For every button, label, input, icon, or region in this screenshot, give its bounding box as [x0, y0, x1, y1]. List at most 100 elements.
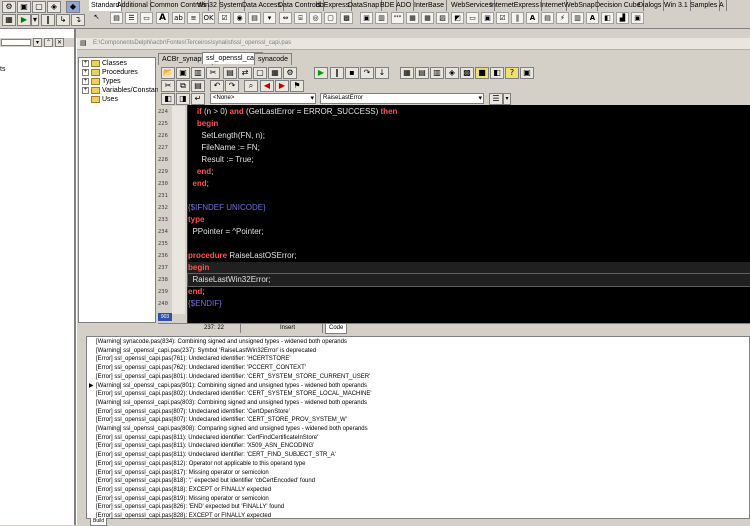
dock-close-icon[interactable]: ✕ — [55, 38, 64, 47]
valuelist-icon[interactable]: ▥ — [571, 12, 584, 24]
message-item[interactable]: [Error] ssl_openssl_capi.pas(818): EXCEP… — [96, 486, 271, 495]
combobox-icon[interactable]: ▾ — [263, 12, 276, 24]
splitter-icon[interactable]: ‖ — [511, 12, 524, 24]
controlbar-icon[interactable]: ▤ — [541, 12, 554, 24]
project-icon[interactable]: ▦ — [268, 67, 282, 79]
dock-dropdown-icon[interactable]: ▾ — [33, 38, 42, 47]
list-view-icon[interactable]: ☰ — [489, 93, 503, 105]
message-item[interactable]: [Error] ssl_openssl_capi.pas(818): ';' e… — [96, 477, 315, 486]
radiobutton-icon[interactable]: ◉ — [233, 12, 246, 24]
message-item[interactable]: [Error] ssl_openssl_capi.pas(807): Undec… — [96, 408, 290, 417]
radiogroup-icon[interactable]: ◎ — [309, 12, 322, 24]
maskedit-icon[interactable]: *** — [391, 12, 404, 24]
code-line[interactable]: {$ENDIF} — [188, 298, 750, 310]
list-dropdown-icon[interactable]: ▾ — [503, 93, 511, 105]
tree-item[interactable]: + Classes — [82, 59, 127, 68]
code-tab[interactable]: Code — [325, 324, 348, 334]
procedure-combo-right[interactable]: RaiseLastError ▾ — [320, 93, 484, 104]
mainmenu-icon[interactable]: ☰ — [125, 12, 138, 24]
frame-icon[interactable]: ▤ — [110, 12, 123, 24]
edit-icon[interactable]: ab — [172, 12, 185, 24]
code-line[interactable]: begin — [188, 118, 750, 130]
method-icon[interactable]: ◨ — [176, 93, 190, 105]
checkbox-icon[interactable]: ☑ — [218, 12, 231, 24]
expand-icon[interactable]: + — [82, 59, 89, 67]
palette-tab[interactable]: DataSnap — [346, 0, 383, 11]
message-item[interactable]: [Error] ssl_openssl_capi.pas(826): 'END'… — [96, 503, 284, 512]
stringgrid-icon[interactable]: ▦ — [406, 12, 419, 24]
message-item[interactable]: [Warning] ssl_openssl_capi.pas(237): Sym… — [96, 347, 316, 356]
statictext-icon[interactable]: A — [526, 12, 539, 24]
actionmanager-icon[interactable]: ▣ — [631, 12, 644, 24]
message-item[interactable]: [Error] ssl_openssl_capi.pas(761): Undec… — [96, 355, 290, 364]
button-icon[interactable]: OK — [202, 12, 215, 24]
dock-pin-icon[interactable]: ⌃ — [44, 38, 53, 47]
expand-icon[interactable]: + — [82, 68, 89, 76]
code-line[interactable]: FileName := FN; — [188, 142, 750, 154]
expand-icon[interactable] — [82, 96, 89, 103]
message-item[interactable]: [Error] ssl_openssl_capi.pas(762): Undec… — [96, 364, 306, 373]
message-item[interactable]: [Warning] ssl_openssl_capi.pas(803): Com… — [96, 399, 367, 408]
copy-icon[interactable]: ⧉ — [176, 80, 190, 92]
pause-small-icon[interactable]: ‖ — [330, 67, 344, 79]
trace-icon[interactable]: ↴ — [71, 14, 85, 26]
tree-item[interactable]: + Procedures — [82, 68, 138, 77]
bitbtn-icon[interactable]: ▥ — [375, 12, 388, 24]
step-over-icon[interactable]: ↷ — [360, 67, 374, 79]
find-icon[interactable]: ⌕ — [244, 80, 258, 92]
grid-icon[interactable]: ▦ — [2, 14, 16, 26]
image-icon[interactable]: ▨ — [436, 12, 449, 24]
message-item[interactable]: [Error] ssl_openssl_capi.pas(801): Undec… — [96, 373, 370, 382]
labeledit-icon[interactable]: A — [586, 12, 599, 24]
tool-e-icon[interactable]: ■ — [475, 67, 489, 79]
listbox-icon[interactable]: ▤ — [248, 12, 261, 24]
label-icon[interactable]: A — [156, 12, 169, 24]
bookmark-icon[interactable]: ⚑ — [290, 80, 304, 92]
toggle-form-icon[interactable]: ⇄ — [238, 67, 252, 79]
step-icon[interactable]: ↳ — [56, 14, 70, 26]
lock-icon[interactable]: ▣ — [17, 1, 31, 13]
layer-icon[interactable]: ◆ — [66, 1, 80, 13]
palette-tab[interactable]: Dialogs — [636, 0, 665, 11]
code-line[interactable]: {$IFNDEF UNICODE} — [188, 202, 750, 214]
palette-tab[interactable]: A — [717, 0, 727, 11]
message-item[interactable]: [Error] ssl_openssl_capi.pas(812): Opera… — [96, 460, 305, 469]
code-line[interactable]: Result := True; — [188, 154, 750, 166]
tool-a-icon[interactable]: ▤ — [415, 67, 429, 79]
back-icon[interactable]: ◀ — [260, 80, 274, 92]
chart-icon[interactable]: ▟ — [616, 12, 629, 24]
memo-icon[interactable]: ≡ — [187, 12, 200, 24]
code-line[interactable]: end; — [188, 286, 750, 298]
message-item[interactable]: [Error] ssl_openssl_capi.pas(817): Missi… — [96, 469, 269, 478]
cut-icon[interactable]: ✂ — [206, 67, 220, 79]
message-item[interactable]: [Error] ssl_openssl_capi.pas(819): Missi… — [96, 495, 269, 504]
reset-icon[interactable]: ▪ — [345, 67, 359, 79]
palette-tab[interactable]: InterBase — [412, 0, 447, 11]
code-line[interactable]: RaiseLastWin32Error; — [187, 273, 750, 287]
combo-right-arrow-icon[interactable]: ▾ — [478, 94, 482, 102]
scrollbox-icon[interactable]: ▣ — [481, 12, 494, 24]
expand-icon[interactable]: + — [82, 86, 89, 94]
pointer-icon[interactable]: ↖ — [90, 12, 103, 24]
bevel-icon[interactable]: ▭ — [466, 12, 479, 24]
expand-icon[interactable]: + — [82, 77, 89, 85]
help-icon[interactable]: ? — [505, 67, 519, 79]
code-line[interactable]: SetLength(FN, n); — [188, 130, 750, 142]
open-folder-icon[interactable]: 📂 — [161, 67, 175, 79]
code-line[interactable]: begin — [188, 262, 750, 274]
tree-item[interactable]: Uses — [82, 95, 118, 104]
combo-left-arrow-icon[interactable]: ▾ — [310, 94, 314, 102]
forward-icon[interactable]: ▶ — [275, 80, 289, 92]
code-line[interactable] — [188, 190, 750, 202]
colorbox-icon[interactable]: ◧ — [601, 12, 614, 24]
message-item[interactable]: [Error] ssl_openssl_capi.pas(811): Undec… — [96, 451, 336, 460]
code-line[interactable]: end; — [188, 166, 750, 178]
wrap-icon[interactable]: ↵ — [191, 93, 205, 105]
appevents-icon[interactable]: ⚡ — [556, 12, 569, 24]
open-file-icon[interactable]: ▤ — [223, 67, 237, 79]
panel-icon[interactable]: ▢ — [324, 12, 337, 24]
groupbox-icon[interactable]: ⌸ — [294, 12, 307, 24]
gear-icon[interactable]: ⚙ — [2, 1, 16, 13]
palette-tab[interactable]: Samples — [688, 0, 721, 11]
checklistbox-icon[interactable]: ☑ — [496, 12, 509, 24]
